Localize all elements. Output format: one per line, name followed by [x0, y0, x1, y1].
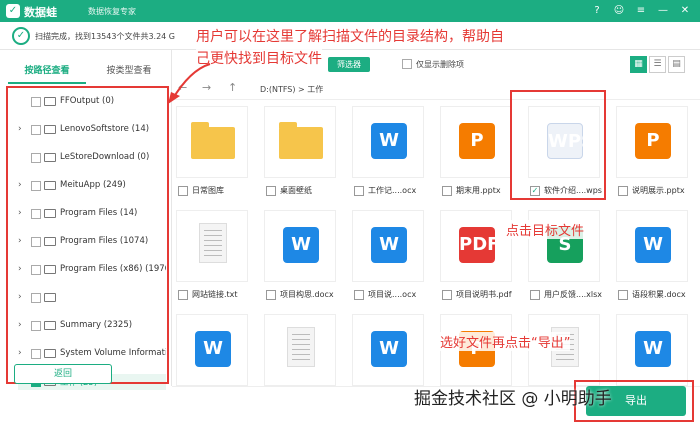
- file-checkbox[interactable]: [618, 290, 628, 300]
- file-item[interactable]: W 工作记....ocx: [352, 106, 432, 206]
- file-name: 项目构思.docx: [280, 290, 334, 299]
- file-thumbnail[interactable]: W: [352, 106, 424, 178]
- file-thumbnail[interactable]: W: [264, 210, 336, 282]
- file-checkbox[interactable]: [178, 290, 188, 300]
- annotation-arrow-icon: [168, 63, 211, 104]
- ppt-file-icon: P: [459, 123, 495, 159]
- word-file-icon: W: [195, 331, 231, 367]
- help-icon[interactable]: ?: [590, 4, 604, 18]
- file-name: 用户反馈....xlsx: [544, 290, 603, 299]
- file-thumbnail[interactable]: W: [616, 314, 688, 386]
- annotation-frame-target-file: [510, 90, 606, 200]
- word-file-icon: W: [371, 331, 407, 367]
- file-item[interactable]: W 项目说....ocx: [352, 210, 432, 310]
- watermark: 掘金技术社区 @ 小明助手: [414, 389, 612, 409]
- file-item[interactable]: P 说明展示.pptx: [616, 106, 696, 206]
- app-name: 数据蛙: [24, 6, 57, 19]
- file-item[interactable]: W 项目构思.docx: [264, 210, 344, 310]
- file-checkbox[interactable]: [354, 290, 364, 300]
- view-tabs: 按路径查看 按类型查看: [8, 58, 168, 84]
- tab-by-type[interactable]: 按类型查看: [90, 58, 168, 84]
- file-name: 日常图库: [192, 186, 224, 195]
- up-arrow-icon[interactable]: ↑: [228, 81, 237, 94]
- file-item[interactable]: W 语段积累.docx: [616, 210, 696, 310]
- list-view-icon[interactable]: ☰: [649, 56, 666, 73]
- annotation-frame-tree: [6, 86, 169, 384]
- file-name: 语段积累.docx: [632, 290, 686, 299]
- file-name: 工作记....ocx: [368, 186, 417, 195]
- scan-status-text: 扫描完成，找到13543个文件共3.24 G: [35, 32, 176, 41]
- file-thumbnail[interactable]: [264, 314, 336, 386]
- file-item[interactable]: 网站链接.txt: [176, 210, 256, 310]
- file-checkbox[interactable]: [178, 186, 188, 196]
- check-icon: ✓: [12, 27, 30, 45]
- annotation-export-hint: 选好文件再点击“导出”: [440, 332, 571, 351]
- file-thumbnail[interactable]: PDF: [440, 210, 512, 282]
- file-thumbnail[interactable]: [176, 106, 248, 178]
- file-thumbnail[interactable]: W: [352, 210, 424, 282]
- filter-button[interactable]: 筛选器: [328, 57, 370, 72]
- text-file-icon: [287, 327, 315, 367]
- detail-view-icon[interactable]: ▤: [668, 56, 685, 73]
- file-thumbnail[interactable]: P: [440, 106, 512, 178]
- folder-icon: [191, 122, 235, 159]
- file-name: 网站链接.txt: [192, 290, 238, 299]
- user-icon[interactable]: ☺: [612, 4, 626, 18]
- word-file-icon: W: [635, 331, 671, 367]
- file-name: 项目说明书.pdf: [456, 290, 512, 299]
- back-button[interactable]: 返回: [14, 364, 112, 384]
- logo-icon: ✓: [6, 4, 20, 18]
- show-deleted-label: 仅显示删除项: [416, 60, 464, 69]
- word-file-icon: W: [371, 227, 407, 263]
- menu-icon[interactable]: ≡: [634, 4, 648, 18]
- ppt-file-icon: P: [635, 123, 671, 159]
- word-file-icon: W: [371, 123, 407, 159]
- grid-view-icon[interactable]: ▦: [630, 56, 647, 73]
- file-thumbnail[interactable]: [176, 210, 248, 282]
- file-checkbox[interactable]: [266, 290, 276, 300]
- file-checkbox[interactable]: [354, 186, 364, 196]
- file-thumbnail[interactable]: W: [176, 314, 248, 386]
- file-checkbox[interactable]: [618, 186, 628, 196]
- file-name: 桌面壁纸: [280, 186, 312, 195]
- file-item[interactable]: P 期末用.pptx: [440, 106, 520, 206]
- app-subtitle: 数据恢复专家: [88, 7, 136, 16]
- file-item[interactable]: 桌面壁纸: [264, 106, 344, 206]
- file-checkbox[interactable]: [442, 186, 452, 196]
- file-thumbnail[interactable]: [264, 106, 336, 178]
- text-file-icon: [199, 223, 227, 263]
- word-file-icon: W: [283, 227, 319, 263]
- file-checkbox[interactable]: [266, 186, 276, 196]
- tab-by-path[interactable]: 按路径查看: [8, 58, 86, 84]
- file-checkbox[interactable]: [442, 290, 452, 300]
- file-name: 期末用.pptx: [456, 186, 501, 195]
- file-thumbnail[interactable]: P: [616, 106, 688, 178]
- file-name: 项目说....ocx: [368, 290, 417, 299]
- annotation-text-1: 用户可以在这里了解扫描文件的目录结构，帮助自: [196, 26, 504, 46]
- file-name: 说明展示.pptx: [632, 186, 685, 195]
- file-thumbnail[interactable]: W: [352, 314, 424, 386]
- file-checkbox[interactable]: [530, 290, 540, 300]
- pdf-file-icon: PDF: [459, 227, 499, 263]
- file-thumbnail[interactable]: W: [616, 210, 688, 282]
- minimize-icon[interactable]: —: [656, 4, 670, 18]
- file-item[interactable]: 日常图库: [176, 106, 256, 206]
- title-bar: ✓ 数据蛙 数据恢复专家 ? ☺ ≡ — ✕: [0, 0, 700, 22]
- path-bar: ← → ↑ D:(NTFS) > 工作: [172, 78, 700, 100]
- show-deleted-checkbox[interactable]: [402, 59, 412, 69]
- current-path: D:(NTFS) > 工作: [260, 85, 324, 94]
- word-file-icon: W: [635, 227, 671, 263]
- close-icon[interactable]: ✕: [678, 4, 692, 18]
- annotation-click-target: 点击目标文件: [506, 220, 585, 239]
- folder-icon: [279, 122, 323, 159]
